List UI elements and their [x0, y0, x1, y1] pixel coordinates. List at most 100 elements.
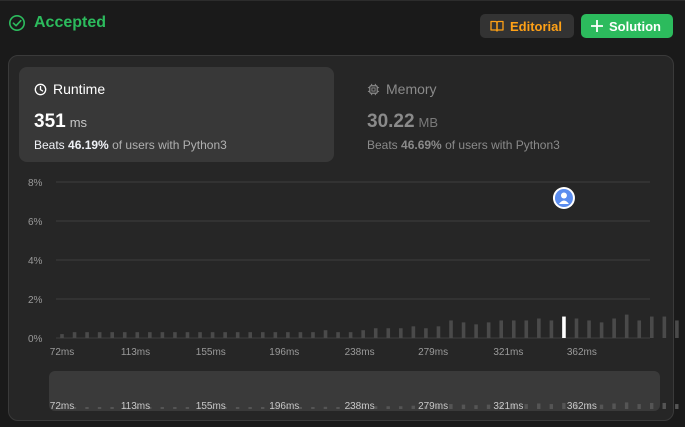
distribution-bar[interactable] [173, 332, 177, 338]
x-tick-label: 279ms [418, 347, 448, 358]
distribution-bar[interactable] [461, 322, 466, 338]
distribution-bar[interactable] [336, 332, 340, 338]
overview-bar [486, 404, 491, 409]
distribution-bar[interactable] [235, 332, 240, 338]
overview-tick-label: 362ms [567, 401, 597, 412]
distribution-bar[interactable] [624, 314, 629, 338]
overview-bar [386, 406, 390, 409]
distribution-bar[interactable] [574, 318, 579, 339]
distribution-bar[interactable] [160, 332, 165, 338]
overview-bar [160, 407, 164, 409]
distribution-bar[interactable] [148, 332, 152, 338]
distribution-bar[interactable] [97, 332, 102, 338]
overview-bar [185, 407, 190, 409]
overview-bar [311, 407, 315, 409]
overview-tick-label: 155ms [196, 401, 226, 412]
y-tick-label: 4% [28, 256, 43, 267]
distribution-bar[interactable] [386, 328, 391, 338]
distribution-bar[interactable] [361, 330, 365, 338]
distribution-bar[interactable] [436, 326, 441, 338]
overview-bar [524, 404, 528, 409]
distribution-bar[interactable] [486, 322, 491, 338]
distribution-bar[interactable] [185, 332, 190, 338]
distribution-bar[interactable] [411, 326, 416, 338]
overview-bar [173, 407, 177, 409]
overview-bar [449, 404, 453, 409]
overview-bar [599, 404, 604, 409]
distribution-bar[interactable] [311, 332, 315, 338]
overview-bar [637, 404, 641, 409]
overview-bar [260, 407, 265, 409]
overview-bar [85, 407, 89, 409]
overview-bar [248, 407, 252, 409]
distribution-bar[interactable] [110, 332, 114, 338]
distribution-bar[interactable] [612, 318, 616, 339]
your-runtime-bar[interactable] [562, 316, 566, 338]
distribution-bar[interactable] [85, 332, 89, 338]
distribution-bar[interactable] [637, 320, 642, 338]
overview-bar [323, 406, 328, 409]
overview-bar [97, 407, 102, 409]
overview-bar [549, 404, 554, 409]
distribution-bar[interactable] [260, 332, 265, 338]
distribution-bar[interactable] [537, 318, 541, 339]
overview-bar [461, 404, 466, 409]
distribution-bar[interactable] [60, 334, 64, 338]
overview-bar [110, 407, 114, 409]
distribution-bar[interactable] [599, 322, 604, 338]
overview-bar [624, 402, 629, 409]
overview-tick-label: 72ms [50, 401, 74, 412]
y-tick-label: 0% [28, 334, 43, 345]
distribution-bar[interactable] [373, 328, 378, 338]
distribution-bar[interactable] [524, 320, 529, 338]
distribution-bar[interactable] [474, 324, 478, 338]
y-tick-label: 8% [28, 178, 43, 189]
overview-bar [662, 402, 666, 409]
avatar-head-icon [560, 192, 567, 199]
overview-tick-label: 196ms [269, 401, 299, 412]
distribution-bar[interactable] [135, 332, 140, 338]
overview-bar [612, 403, 616, 409]
distribution-bar[interactable] [549, 320, 554, 338]
overview-bar [675, 404, 679, 409]
distribution-bar[interactable] [675, 320, 679, 338]
y-axis: 8% 6% 4% 2% 0% [28, 178, 43, 345]
y-tick-label: 6% [28, 217, 43, 228]
overview-tick-label: 113ms [121, 401, 150, 412]
x-tick-label: 362ms [567, 347, 597, 358]
overview-tick-label: 238ms [345, 401, 375, 412]
x-tick-label: 72ms [50, 347, 74, 358]
chart-bars [60, 314, 679, 339]
overview-bar [411, 405, 415, 409]
distribution-bar[interactable] [286, 332, 290, 338]
your-submission-marker[interactable] [552, 187, 575, 209]
distribution-bar[interactable] [72, 332, 77, 338]
distribution-bar[interactable] [649, 316, 654, 338]
distribution-bar[interactable] [587, 320, 591, 338]
distribution-bar[interactable] [424, 328, 428, 338]
runtime-distribution-chart[interactable]: 8% 6% 4% 2% 0% 72ms 113ms 155ms 196ms 238ms 279ms… [0, 0, 685, 427]
distribution-bar[interactable] [499, 320, 504, 338]
overview-bar [474, 405, 478, 409]
overview-bar [336, 407, 340, 409]
distribution-bar[interactable] [298, 332, 303, 338]
distribution-bar[interactable] [210, 332, 215, 338]
distribution-bar[interactable] [511, 320, 516, 338]
overview-bar [537, 403, 541, 409]
distribution-bar[interactable] [662, 316, 667, 338]
distribution-bar[interactable] [399, 328, 403, 338]
overview-bar [649, 402, 654, 409]
distribution-bar[interactable] [348, 332, 353, 338]
distribution-bar[interactable] [248, 332, 253, 338]
distribution-bar[interactable] [198, 332, 202, 338]
overview-bar [399, 406, 403, 409]
overview-bar [562, 402, 566, 409]
distribution-bar[interactable] [122, 332, 127, 338]
overview-tick-label: 279ms [418, 401, 448, 412]
x-tick-label: 321ms [493, 347, 523, 358]
x-tick-label: 238ms [345, 347, 375, 358]
distribution-bar[interactable] [273, 332, 278, 338]
distribution-bar[interactable] [323, 330, 328, 338]
distribution-bar[interactable] [449, 320, 453, 338]
distribution-bar[interactable] [223, 332, 227, 338]
